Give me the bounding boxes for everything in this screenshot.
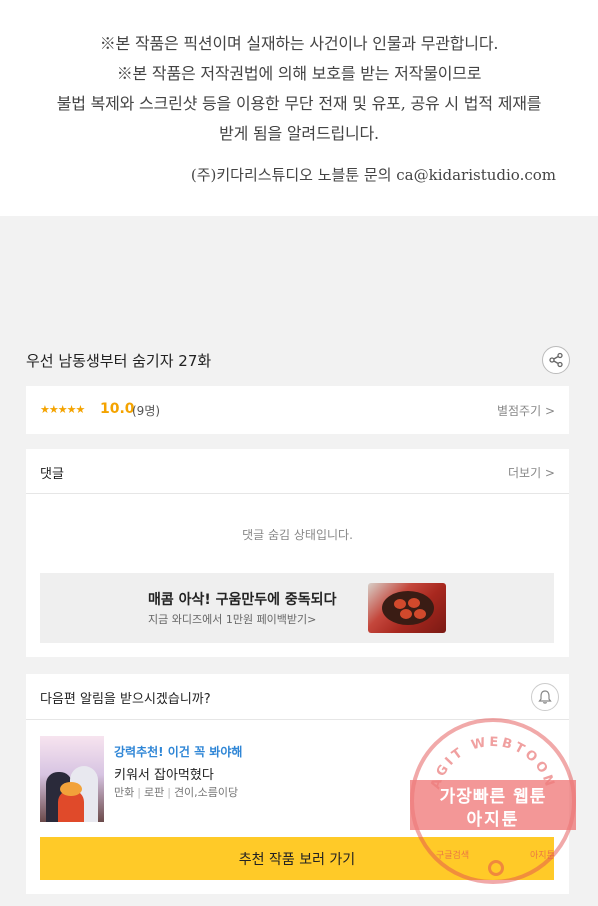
notice-line-2: ※본 작품은 저작권법에 의해 보호를 받는 저작물이므로	[116, 64, 482, 83]
dumpling-shape	[400, 609, 412, 619]
stamp-line-2: 아지툰	[466, 810, 520, 830]
recommended-meta: 만화 | 로판 | 견이,소름이당	[114, 786, 239, 799]
notification-header: 다음편 알림을 받으시겠습니까?	[26, 674, 569, 720]
comment-hidden-message: 댓글 숨김 상태입니다.	[242, 528, 353, 542]
notice-line-4: 받게 됨을 알려드립니다.	[219, 124, 379, 143]
ad-banner-subtitle: 지금 와디즈에서 1만원 페이백받기>	[148, 613, 317, 626]
rate-link[interactable]: 별점주기 >	[497, 402, 555, 419]
bell-icon	[538, 690, 552, 704]
notice-line-3: 불법 복제와 스크린샷 등을 이용한 무단 전재 및 유포, 공유 시 법적 제…	[56, 94, 542, 113]
stamp-bottom-left: 구글검색	[436, 851, 470, 861]
category-label: 로판	[143, 786, 165, 799]
notice-line-1: ※본 작품은 픽션이며 실재하는 사건이나 인물과 무관합니다.	[99, 34, 499, 53]
notification-bell-button[interactable]	[531, 683, 559, 711]
recommended-title[interactable]: 키워서 잡아먹혔다	[114, 764, 214, 783]
dumpling-shape	[408, 598, 420, 608]
google-logo-icon	[488, 860, 504, 876]
rating-score: 10.0	[100, 401, 135, 417]
authors-label: 견이,소름이당	[173, 786, 239, 799]
genre-label: 만화	[114, 786, 135, 799]
ad-banner-title: 매콤 아삭! 구움만두에 중독되다	[148, 592, 337, 608]
episode-title: 우선 남동생부터 숨기자 27화	[26, 352, 212, 370]
share-button[interactable]	[542, 346, 570, 374]
contact-info: (주)키다리스튜디오 노블툰 문의 ca@kidaristudio.com	[190, 166, 556, 184]
rating-stars: ★★★★★	[40, 403, 85, 416]
watermark-stamp: AGIT WEBTOON 가장빠른 웹툰 아지툰 구글검색 아지툰	[410, 718, 576, 884]
stamp-line-1: 가장빠른 웹툰	[439, 787, 547, 807]
stamp-band: 가장빠른 웹툰 아지툰	[410, 780, 576, 830]
dumpling-shape	[394, 599, 406, 609]
pan-shape	[382, 591, 434, 625]
rating-card: ★★★★★ 10.0 (9명) 별점주기 >	[26, 386, 569, 434]
stamp-bottom-right: 아지툰	[530, 851, 555, 861]
comment-header: 댓글 더보기 >	[26, 449, 569, 494]
recommended-cover-image[interactable]	[40, 736, 104, 822]
cover-figure	[60, 782, 82, 796]
comment-card: 댓글 더보기 > 댓글 숨김 상태입니다. 매콤 아삭! 구움만두에 중독되다 …	[26, 449, 569, 657]
ad-banner-image	[368, 583, 446, 633]
recommend-label: 강력추천! 이건 꼭 봐야해	[114, 745, 243, 759]
copyright-notice: ※본 작품은 픽션이며 실재하는 사건이나 인물과 무관합니다. ※본 작품은 …	[0, 0, 598, 216]
dumpling-shape	[414, 609, 426, 619]
comment-title: 댓글	[40, 467, 64, 482]
comment-more-link[interactable]: 더보기 >	[508, 464, 555, 481]
notification-title: 다음편 알림을 받으시겠습니까?	[40, 692, 211, 707]
ad-banner[interactable]: 매콤 아삭! 구움만두에 중독되다 지금 와디즈에서 1만원 페이백받기>	[40, 573, 554, 643]
share-icon	[549, 352, 563, 368]
rating-votes: (9명)	[132, 404, 161, 418]
